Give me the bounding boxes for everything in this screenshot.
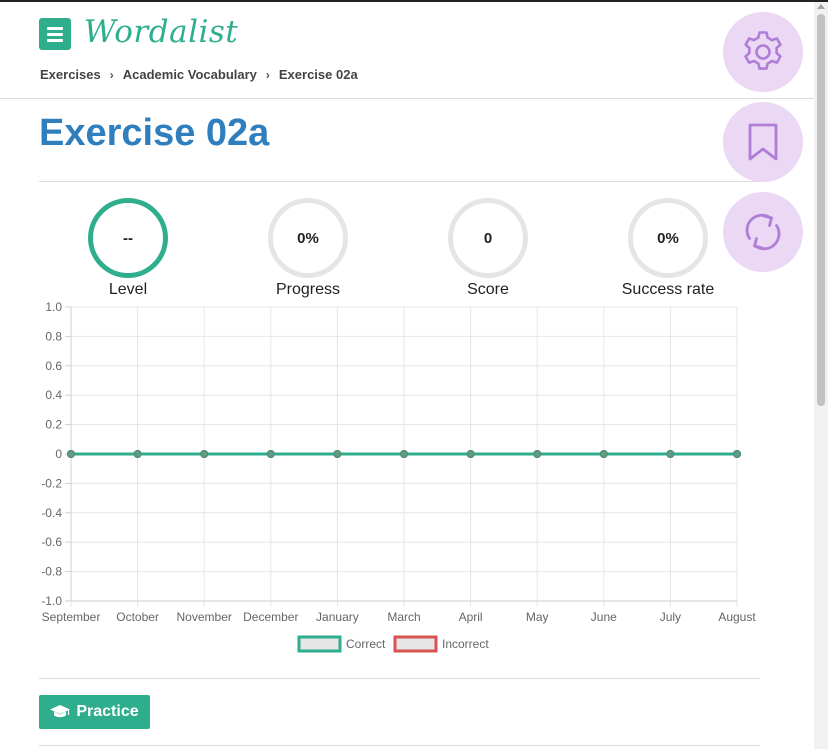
refresh-button[interactable] [723,192,803,272]
y-tick-label: 0 [55,447,62,461]
level-ring: -- [88,198,168,278]
y-tick-label: -0.8 [41,565,62,579]
app-logo[interactable]: Wordalist [84,14,238,50]
x-tick-label: January [316,610,359,624]
menu-bar [47,33,63,36]
stat-value: -- [123,229,133,247]
stat-value: 0% [657,229,679,247]
x-tick-label: October [116,610,159,624]
x-tick-label: September [42,610,101,624]
progress-ring: 0% [268,198,348,278]
bookmark-button[interactable] [723,102,803,182]
legend-label-incorrect: Incorrect [442,637,489,651]
x-tick-label: March [387,610,420,624]
divider [39,678,760,679]
breadcrumb-item-exercises[interactable]: Exercises [40,67,101,82]
stat-value: 0 [483,229,493,247]
data-point-correct [599,450,608,458]
y-tick-label: -0.4 [41,506,62,520]
y-tick-label: 0.4 [45,388,62,402]
x-tick-label: April [459,610,483,624]
data-point-correct [200,450,209,458]
graduation-cap-icon [50,705,71,718]
bookmark-icon [748,123,778,161]
y-tick-label: -0.2 [41,476,62,490]
menu-button[interactable] [39,18,71,50]
breadcrumb-item-current: Exercise 02a [278,67,358,82]
stat-value: 0% [297,229,319,247]
y-tick-label: -1.0 [41,594,62,608]
scrollbar-thumb[interactable] [817,14,825,406]
refresh-icon [745,213,781,251]
scrollbar[interactable] [814,2,828,749]
menu-bar [47,27,63,30]
stat-level: -- Level [48,198,208,299]
x-tick-label: December [243,610,298,624]
y-tick-label: 0.2 [45,418,62,432]
data-point-correct [466,450,475,458]
y-tick-label: 1.0 [45,300,62,314]
data-point-correct [333,450,342,458]
stat-score: 0 Score [408,198,568,299]
stat-progress: 0% Progress [228,198,388,299]
gear-icon [744,31,782,70]
x-tick-label: November [177,610,232,624]
data-point-correct [133,450,142,458]
legend-swatch-correct [297,635,342,653]
x-tick-label: June [591,610,617,624]
score-ring: 0 [448,198,528,278]
settings-button[interactable] [723,12,803,92]
x-tick-label: August [718,610,756,624]
chevron-right-icon: › [265,67,270,82]
stat-success-rate: 0% Success rate [588,198,748,299]
breadcrumb: Exercises › Academic Vocabulary › Exerci… [40,67,358,82]
practice-label: Practice [76,703,139,720]
x-tick-label: July [660,610,681,624]
chevron-right-icon: › [109,67,114,82]
divider [39,181,760,182]
data-point-correct [733,450,741,458]
data-point-correct [67,450,75,458]
data-point-correct [666,450,675,458]
practice-button[interactable]: Practice [39,695,150,729]
data-point-correct [266,450,275,458]
success-rate-ring: 0% [628,198,708,278]
divider [39,745,760,746]
breadcrumb-item-academic-vocabulary[interactable]: Academic Vocabulary [123,67,257,82]
header: Wordalist Exercises › Academic Vocabular… [0,2,814,99]
x-tick-label: May [526,610,549,624]
data-point-correct [533,450,542,458]
y-tick-label: 0.6 [45,359,62,373]
scroll-up-arrow[interactable] [817,4,825,9]
y-tick-label: -0.6 [41,535,62,549]
legend-label-correct: Correct [346,637,386,651]
y-tick-label: 0.8 [45,329,62,343]
menu-bar [47,39,63,42]
progress-chart: 1.0 0.8 0.6 0.4 0.2 0 -0.2 -0.4 -0.6 -0.8 -1.0 Sept… [41,300,756,653]
legend-swatch-incorrect [393,635,438,653]
data-point-correct [400,450,408,458]
page-title: Exercise 02a [39,112,270,154]
